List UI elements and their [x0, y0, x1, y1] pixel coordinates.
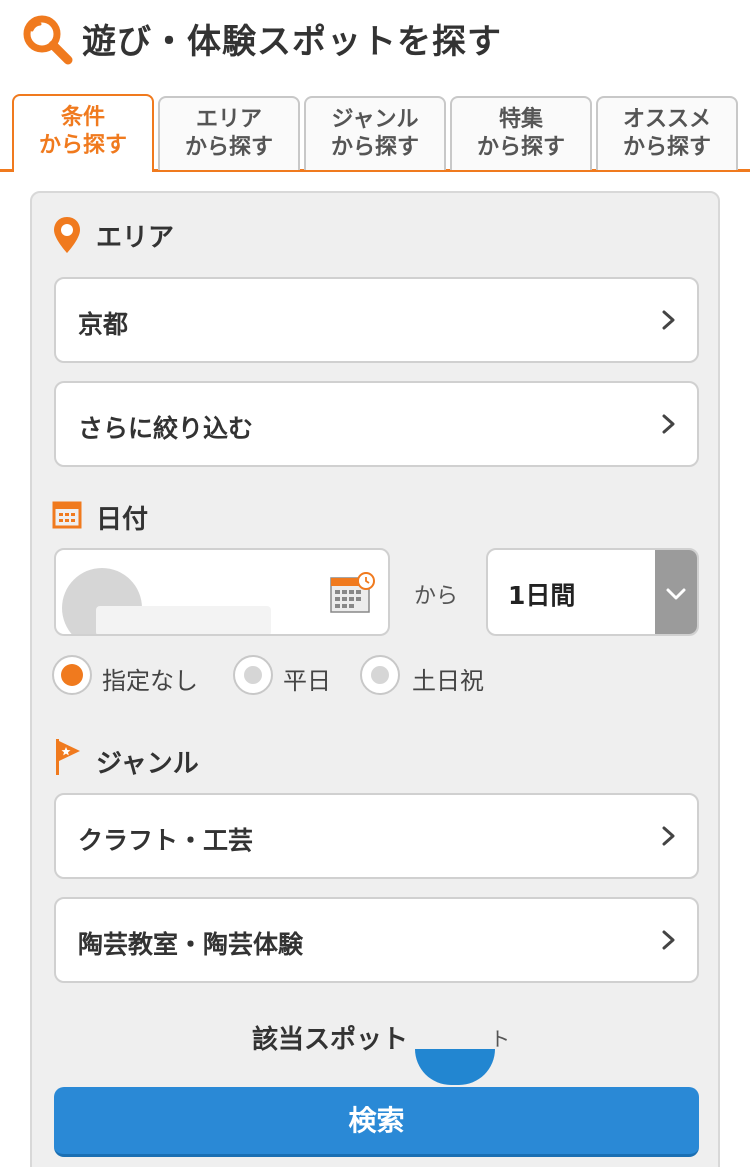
- radio-label: 指定なし: [102, 667, 198, 695]
- area-section-label: エリア: [96, 223, 175, 253]
- tab-feature[interactable]: 特集 から探す: [450, 96, 592, 170]
- radio-label: 平日: [283, 667, 331, 695]
- tab-label-line1: 条件: [60, 105, 105, 130]
- tab-label-line1: エリア: [195, 107, 262, 132]
- chevron-right-icon: [662, 414, 675, 434]
- day-type-radios: 指定なし 平日 土日祝: [52, 655, 702, 699]
- calendar-clock-icon[interactable]: [330, 572, 376, 616]
- genre-category-value: クラフト・工芸: [78, 826, 254, 855]
- tab-area[interactable]: エリア から探す: [158, 96, 300, 170]
- redacted-area: [96, 606, 271, 634]
- radio-dot: [244, 666, 262, 684]
- genre-category-select[interactable]: クラフト・工芸: [54, 793, 699, 879]
- tab-label-line2: から探す: [184, 135, 273, 160]
- duration-value: 1日間: [508, 581, 576, 610]
- radio-label: 土日祝: [412, 667, 484, 695]
- page-title: 遊び・体験スポットを探す: [82, 22, 502, 62]
- result-count-label: 該当スポット: [252, 1025, 409, 1055]
- result-count-badge: [415, 1049, 495, 1085]
- search-tabs: 条件 から探す エリア から探す ジャンル から探す 特集 から探す オススメ …: [0, 94, 750, 172]
- flag-icon: [56, 739, 80, 775]
- radio-weekend-holiday[interactable]: [360, 655, 400, 695]
- chevron-right-icon: [662, 930, 675, 950]
- duration-select[interactable]: 1日間: [486, 548, 699, 636]
- magnifier-icon: [23, 15, 73, 65]
- result-count-suffix: ト: [490, 1027, 510, 1051]
- tab-recommended[interactable]: オススメ から探す: [596, 96, 738, 170]
- radio-weekday[interactable]: [233, 655, 273, 695]
- radio-dot: [61, 664, 83, 686]
- area-prefecture-select[interactable]: 京都: [54, 277, 699, 363]
- tab-label-line1: ジャンル: [331, 107, 419, 132]
- area-refine-select[interactable]: さらに絞り込む: [54, 381, 699, 467]
- date-from-label: から: [414, 584, 459, 609]
- radio-dot: [371, 666, 389, 684]
- tab-genre[interactable]: ジャンル から探す: [304, 96, 446, 170]
- tab-label-line1: 特集: [498, 107, 543, 132]
- tab-label-line2: から探す: [38, 133, 127, 158]
- chevron-down-icon: [666, 588, 686, 600]
- genre-section-label: ジャンル: [96, 749, 199, 779]
- genre-subcategory-select[interactable]: 陶芸教室・陶芸体験: [54, 897, 699, 983]
- date-section-label: 日付: [96, 505, 149, 535]
- radio-no-preference[interactable]: [52, 655, 92, 695]
- chevron-right-icon: [662, 826, 675, 846]
- tab-label-line1: オススメ: [622, 107, 711, 132]
- tab-label-line2: から探す: [622, 135, 711, 160]
- search-button[interactable]: 検索: [54, 1087, 699, 1157]
- area-refine-label: さらに絞り込む: [78, 414, 254, 443]
- genre-subcategory-value: 陶芸教室・陶芸体験: [78, 930, 304, 959]
- map-pin-icon: [54, 217, 80, 253]
- date-input[interactable]: [54, 548, 390, 636]
- calendar-icon: [52, 501, 82, 529]
- tab-label-line2: から探す: [476, 135, 565, 160]
- tab-label-line2: から探す: [330, 135, 419, 160]
- search-conditions-panel: エリア 京都 さらに絞り込む 日付 から 1日間 指定なし 平日 土日祝 ジャン…: [30, 191, 720, 1167]
- duration-dropdown-button[interactable]: [655, 550, 697, 634]
- page-header: 遊び・体験スポットを探す: [0, 0, 750, 82]
- tab-conditions[interactable]: 条件 から探す: [12, 94, 154, 172]
- area-prefecture-value: 京都: [78, 310, 129, 339]
- chevron-right-icon: [662, 310, 675, 330]
